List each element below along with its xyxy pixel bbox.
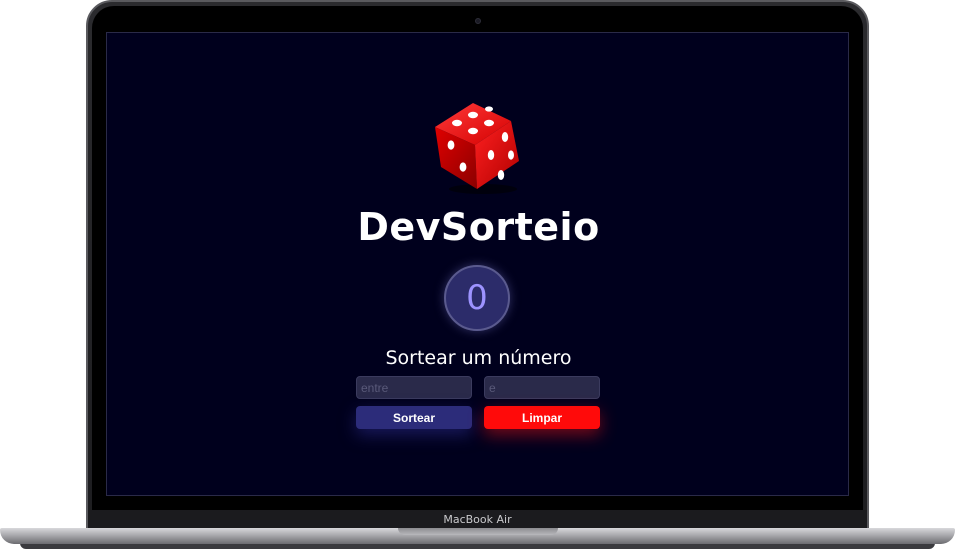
app-title: DevSorteio xyxy=(357,205,600,249)
red-dice-icon xyxy=(435,103,519,194)
min-number-input[interactable] xyxy=(356,376,472,399)
app-screen: DevSorteio 0 Sortear um número Sortear L… xyxy=(106,32,849,496)
clear-button[interactable]: Limpar xyxy=(484,406,600,429)
draw-button[interactable]: Sortear xyxy=(356,406,472,429)
laptop-mockup: DevSorteio 0 Sortear um número Sortear L… xyxy=(0,0,955,549)
laptop-base-notch xyxy=(398,528,558,535)
draw-subtitle: Sortear um número xyxy=(385,347,572,369)
max-number-input[interactable] xyxy=(484,376,600,399)
app-container: DevSorteio 0 Sortear um número Sortear L… xyxy=(107,33,848,495)
camera-icon xyxy=(475,18,481,24)
model-label: MacBook Air xyxy=(88,510,867,530)
result-display: 0 xyxy=(444,265,510,331)
